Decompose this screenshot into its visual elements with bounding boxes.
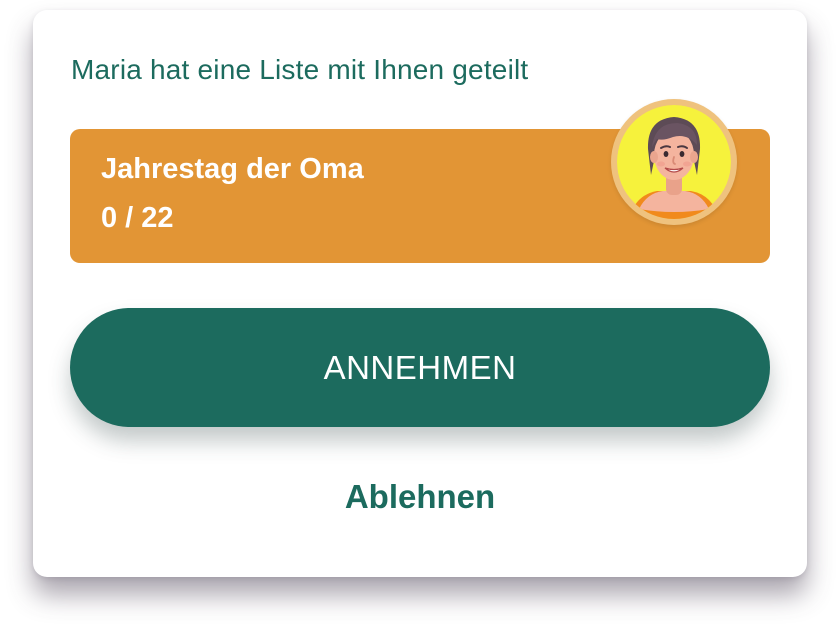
decline-button[interactable]: Ablehnen (270, 472, 570, 522)
woman-avatar-icon (617, 105, 731, 219)
dialog-heading: Maria hat eine Liste mit Ihnen geteilt (71, 54, 529, 85)
list-progress-count: 0 / 22 (101, 202, 174, 234)
accept-button[interactable]: ANNEHMEN (70, 308, 770, 427)
avatar (611, 99, 737, 225)
share-invitation-dialog: Maria hat eine Liste mit Ihnen geteilt J… (33, 10, 807, 577)
screen: Maria hat eine Liste mit Ihnen geteilt J… (0, 0, 836, 630)
list-title: Jahrestag der Oma (101, 153, 364, 185)
